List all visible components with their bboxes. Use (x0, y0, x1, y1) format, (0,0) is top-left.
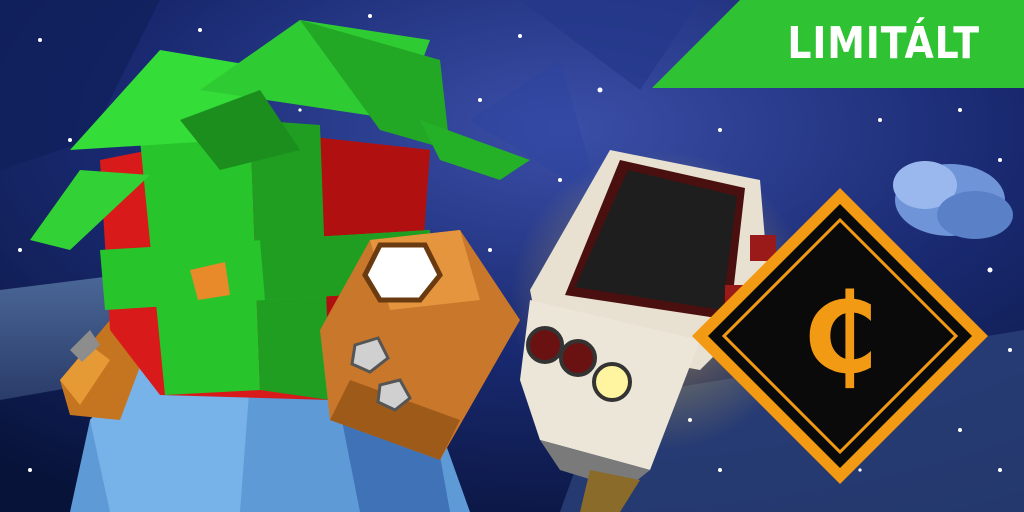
badge-label: LIMITÁLT (787, 18, 980, 69)
promo-banner: ₵ LIMITÁLT (0, 0, 1024, 512)
currency-glyph: ₵ (802, 270, 879, 398)
